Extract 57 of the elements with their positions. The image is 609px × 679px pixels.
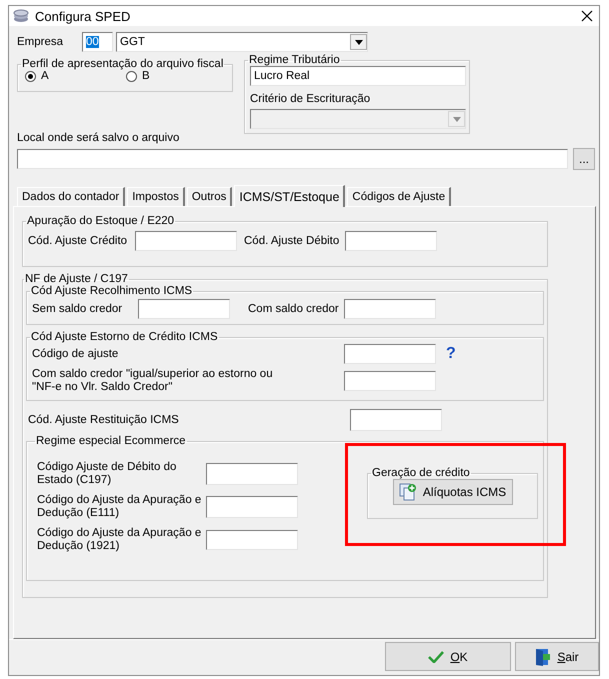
group-title: Geração de crédito bbox=[371, 467, 471, 479]
text-field[interactable] bbox=[206, 530, 298, 550]
radio-button[interactable] bbox=[126, 70, 137, 82]
group-title: Regime Tributário bbox=[248, 54, 341, 66]
browse-button[interactable]: ... bbox=[573, 148, 595, 170]
text-field[interactable] bbox=[135, 231, 237, 251]
radio-label: A bbox=[41, 70, 49, 82]
radio-label: B bbox=[142, 70, 150, 82]
group-title: Cód Ajuste Estorno de Crédito ICMS bbox=[30, 331, 219, 343]
door-icon bbox=[535, 648, 552, 666]
field-label: Cód. Ajuste Restituição ICMS bbox=[28, 414, 180, 426]
tab[interactable]: ICMS/ST/Estoque bbox=[234, 185, 346, 207]
field-label: Cód. Ajuste Crédito bbox=[28, 234, 128, 248]
regime-field[interactable]: Lucro Real bbox=[250, 66, 466, 86]
exit-button[interactable]: Sair bbox=[515, 642, 599, 671]
field-label: Código do Ajuste da Apuração e Dedução (E111) bbox=[37, 494, 202, 520]
company-dropdown[interactable]: GGT bbox=[116, 32, 368, 52]
field-label: Com saldo credor bbox=[248, 302, 340, 316]
check-icon bbox=[428, 650, 444, 662]
radio-button[interactable] bbox=[25, 70, 36, 82]
copy-add-icon bbox=[398, 483, 417, 501]
tab[interactable]: Outros bbox=[186, 187, 232, 206]
path-label: Local onde será salvo o arquivo bbox=[17, 132, 180, 145]
window-title: Configura SPED bbox=[35, 8, 132, 24]
field-label: Cód. Ajuste Débito bbox=[244, 234, 340, 248]
company-code-field[interactable]: 00 bbox=[82, 32, 113, 52]
text-field[interactable] bbox=[206, 463, 298, 485]
group-title: NF de Ajuste / C197 bbox=[24, 273, 129, 285]
text-field[interactable] bbox=[206, 496, 298, 518]
app-icon bbox=[13, 9, 29, 23]
tab[interactable]: Impostos bbox=[127, 187, 185, 206]
criterio-label: Critério de Escrituração bbox=[250, 93, 372, 106]
group-title: Perfil de apresentação do arquivo fiscal bbox=[21, 58, 224, 70]
text-field[interactable] bbox=[344, 344, 436, 364]
text-field[interactable] bbox=[350, 409, 442, 431]
dropdown-arrow-icon bbox=[452, 116, 460, 122]
tab[interactable]: Dados do contador bbox=[17, 187, 126, 206]
text-field[interactable] bbox=[344, 299, 436, 319]
help-icon[interactable]: ? bbox=[446, 345, 456, 363]
tab[interactable]: Códigos de Ajuste bbox=[347, 187, 452, 206]
group-title: Regime especial Ecommerce bbox=[35, 435, 187, 447]
text-field[interactable] bbox=[344, 371, 436, 391]
close-icon[interactable] bbox=[581, 10, 593, 22]
field-label: Código de ajuste bbox=[32, 348, 120, 360]
text-field[interactable] bbox=[138, 299, 230, 319]
text-field[interactable] bbox=[345, 231, 437, 251]
group-title: Cód Ajuste Recolhimento ICMS bbox=[30, 285, 194, 297]
ok-button[interactable]: OK bbox=[385, 642, 511, 671]
path-field[interactable] bbox=[17, 149, 568, 169]
empresa-label: Empresa bbox=[17, 36, 64, 48]
aliquotas-button[interactable]: Alíquotas ICMS bbox=[392, 479, 512, 505]
field-label: Sem saldo credor bbox=[32, 302, 124, 316]
group-title: Apuração do Estoque / E220 bbox=[26, 215, 176, 227]
field-label: Código Ajuste de Débito do Estado (C197) bbox=[37, 461, 178, 487]
dropdown-arrow-icon bbox=[354, 40, 362, 44]
field-label: Com saldo credor "igual/superior ao estorno ou "NF-e no Vlr. Saldo Credor" bbox=[32, 368, 274, 394]
field-label: Código do Ajuste da Apuração e Dedução (1921) bbox=[37, 527, 202, 553]
